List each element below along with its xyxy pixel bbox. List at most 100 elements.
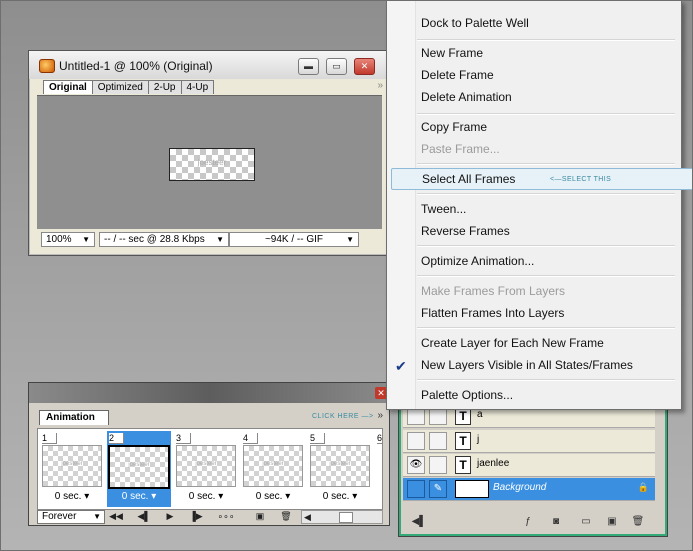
tab-original[interactable]: Original — [43, 80, 93, 94]
next-frame-button[interactable]: ▐▶ — [187, 510, 205, 522]
frame-thumbnail: joesteer — [176, 445, 236, 487]
frames-strip: 1 joesteer 0 sec. ▾ 2 joesteer 0 sec. ▾ … — [37, 428, 383, 510]
menu-icon-gutter — [387, 1, 416, 409]
menu-item-paste-frame: Paste Frame... — [415, 138, 683, 160]
chevron-down-icon: ▾ — [218, 491, 224, 502]
close-button[interactable]: ✕ — [354, 58, 375, 75]
tab-optimized[interactable]: Optimized — [91, 80, 149, 94]
frame-cell[interactable]: 2 joesteer 0 sec. ▾ — [107, 431, 171, 507]
layer-style-button[interactable]: ƒ — [521, 516, 535, 528]
layer-name: jaenlee — [477, 458, 510, 469]
frame-thumbnail: joesteer — [310, 445, 370, 487]
next-frame-icon: ▐▶ — [189, 511, 203, 521]
tabs-overflow-icon[interactable]: » — [377, 80, 383, 91]
menu-item-reverse-frames[interactable]: Reverse Frames — [415, 220, 683, 242]
loop-select[interactable]: Forever ▼ — [37, 510, 105, 524]
layer-link-toggle[interactable] — [429, 456, 447, 474]
frame-thumbnail-text: joesteer — [329, 461, 351, 467]
chevron-down-icon: ▼ — [93, 512, 101, 521]
play-button[interactable]: ▶ — [161, 510, 179, 522]
menu-item-create-layer-for-each-new-frame[interactable]: Create Layer for Each New Frame — [415, 332, 683, 354]
frames-horizontal-scrollbar[interactable]: ◀ — [301, 510, 383, 524]
layer-mask-button[interactable]: ◙ — [549, 516, 563, 528]
menu-separator — [417, 39, 675, 41]
new-group-button[interactable]: ▭ — [579, 516, 593, 528]
menu-item-copy-frame[interactable]: Copy Frame — [415, 116, 683, 138]
frame-delay[interactable]: 0 sec. ▾ — [174, 491, 238, 502]
menu-item-flatten-frames-into-layers[interactable]: Flatten Frames Into Layers — [415, 302, 683, 324]
view-tabs: Original Optimized 2-Up 4-Up — [43, 80, 215, 94]
menu-item-new-frame[interactable]: New Frame — [415, 42, 683, 64]
chevron-down-icon: ▾ — [352, 491, 358, 502]
tween-button[interactable]: ∘∘∘ — [217, 510, 235, 522]
loop-value: Forever — [42, 511, 77, 522]
download-speed-select[interactable]: -- / -- sec @ 28.8 Kbps ▼ — [99, 232, 229, 247]
document-canvas[interactable]: joesteer — [37, 95, 382, 229]
document-titlebar[interactable]: Untitled-1 @ 100% (Original) ▬ ▭ ✕ — [29, 51, 389, 79]
menu-separator — [417, 163, 675, 165]
menu-separator — [417, 193, 675, 195]
menu-separator — [417, 379, 675, 381]
menu-item-optimize-animation[interactable]: Optimize Animation... — [415, 250, 683, 272]
layer-row[interactable]: T j — [403, 430, 655, 453]
layer-row[interactable]: ✎ Background 🔒 — [403, 478, 655, 501]
frame-cell[interactable]: 3 joesteer 0 sec. ▾ — [174, 431, 238, 507]
menu-item-delete-animation[interactable]: Delete Animation — [415, 86, 683, 108]
delete-frame-button[interactable]: 🗑 — [277, 510, 295, 522]
menu-item-new-layers-visible[interactable]: New Layers Visible in All States/Frames — [415, 354, 683, 376]
frame-thumbnail-text: joesteer — [195, 461, 217, 467]
menu-item-label: Optimize Animation... — [421, 254, 535, 268]
menu-item-label: Create Layer for Each New Frame — [421, 336, 604, 350]
tab-animation[interactable]: Animation — [39, 410, 109, 425]
frame-delay[interactable]: 0 sec. ▾ — [241, 491, 305, 502]
layers-scroll-left-button[interactable]: ◀▌ — [407, 516, 431, 528]
lock-icon: 🔒 — [637, 482, 649, 492]
animation-palette-titlebar[interactable]: ✕ — [29, 383, 389, 403]
frame-cell[interactable]: 4 joesteer 0 sec. ▾ — [241, 431, 305, 507]
minimize-button[interactable]: ▬ — [298, 58, 319, 75]
menu-item-label: Delete Frame — [421, 68, 494, 82]
menu-item-select-all-frames[interactable]: Select All Frames <—SELECT THIS — [391, 168, 693, 190]
menu-item-dock-to-palette-well[interactable]: Dock to Palette Well — [415, 12, 683, 34]
tab-4-up[interactable]: 4-Up — [180, 80, 215, 94]
text-layer-icon: T — [455, 432, 471, 450]
frame-delay[interactable]: 0 sec. ▾ — [308, 491, 372, 502]
tab-2-up[interactable]: 2-Up — [147, 80, 182, 94]
maximize-button[interactable]: ▭ — [326, 58, 347, 75]
palette-menu-arrow-icon[interactable]: » — [377, 410, 383, 421]
zoom-select[interactable]: 100% ▼ — [41, 232, 95, 247]
new-layer-button[interactable]: ▣ — [605, 516, 619, 528]
menu-item-tween[interactable]: Tween... — [415, 198, 683, 220]
menu-item-label: Palette Options... — [421, 388, 514, 402]
menu-separator — [417, 327, 675, 329]
menu-item-label: New Layers Visible in All States/Frames — [421, 358, 633, 372]
frame-number: 3 — [176, 433, 191, 444]
layer-row[interactable]: 👁 T jaenlee — [403, 454, 655, 477]
eye-icon: 👁 — [409, 459, 423, 470]
layer-visibility-toggle[interactable] — [407, 432, 425, 450]
layer-visibility-toggle[interactable]: 👁 — [407, 456, 425, 474]
frame-delay[interactable]: 0 sec. ▾ — [40, 491, 104, 502]
layer-visibility-toggle[interactable] — [407, 480, 425, 498]
minimize-icon: ▬ — [304, 61, 313, 71]
frame-cell[interactable]: 5 joesteer 0 sec. ▾ — [308, 431, 372, 507]
layer-link-toggle[interactable] — [429, 432, 447, 450]
new-frame-icon: ▣ — [255, 511, 265, 521]
layer-link-toggle[interactable]: ✎ — [429, 480, 447, 498]
frame-cell[interactable]: 1 joesteer 0 sec. ▾ — [40, 431, 104, 507]
menu-item-palette-options[interactable]: Palette Options... — [415, 384, 683, 406]
chevron-down-icon: ▼ — [82, 235, 90, 244]
select-this-annotation: <—SELECT THIS — [550, 176, 612, 183]
delete-layer-button[interactable]: 🗑 — [631, 516, 645, 528]
previous-frame-button[interactable]: ◀▌ — [135, 510, 153, 522]
background-layer-thumbnail — [455, 480, 489, 498]
duplicate-frame-button[interactable]: ▣ — [251, 510, 269, 522]
file-size-select[interactable]: ~94K / -- GIF ▼ — [229, 232, 359, 247]
scroll-left-icon: ◀▌ — [411, 516, 427, 527]
first-frame-icon: ◀◀ — [109, 511, 123, 521]
menu-item-delete-frame[interactable]: Delete Frame — [415, 64, 683, 86]
first-frame-button[interactable]: ◀◀ — [107, 510, 125, 522]
frame-delay[interactable]: 0 sec. ▾ — [107, 491, 171, 502]
frame-cell[interactable]: 6 — [375, 431, 382, 507]
chevron-down-icon: ▾ — [84, 491, 90, 502]
